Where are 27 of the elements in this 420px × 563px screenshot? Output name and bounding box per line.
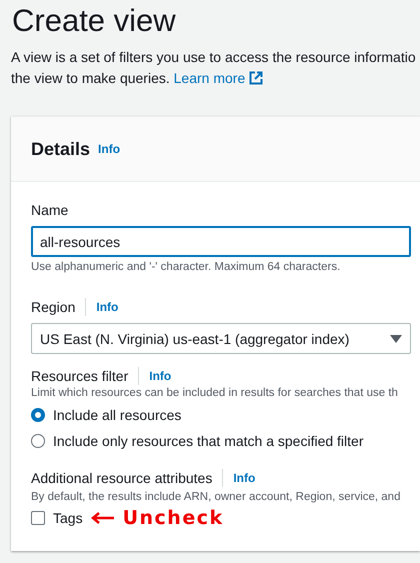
field-description: By default, the results include ARN, owner account, Region, service, and [31,491,400,503]
radio-label: Include only resources that match a specified filter [53,433,364,449]
info-link[interactable]: Info [98,142,120,156]
page-description: A view is a set of filters you use to access the resource informatio the view to make queries. Learn more [11,48,417,88]
external-link-icon [249,71,264,85]
page-title: Create view [11,2,177,40]
info-link[interactable]: Info [149,369,172,383]
region-select[interactable]: US East (N. Virginia) us-east-1 (aggregator index) [31,323,411,354]
tags-checkbox[interactable] [31,511,45,525]
radio-button[interactable] [31,408,45,422]
field-label: Region [31,299,76,315]
dropdown-caret-icon [390,334,402,342]
annotation-text: Uncheck [122,507,224,529]
section-title: Details [31,138,90,160]
radio-button[interactable] [31,434,45,448]
field-label: Name [31,202,68,218]
learn-more-link[interactable]: Learn more [174,70,264,86]
checkbox-label: Tags [53,510,83,526]
name-input[interactable]: all-resources [31,226,411,257]
radio-label: Include all resources [53,407,182,423]
field-description: Limit which resources can be included in results for searches that use th [31,387,399,399]
info-link[interactable]: Info [96,300,118,314]
arrow-icon [90,511,115,525]
field-hint: Use alphanumeric and '-' character. Maximum 64 characters. [31,261,342,273]
field-label: Resources filter [31,368,128,384]
info-link[interactable]: Info [233,471,256,485]
field-label: Additional resource attributes [31,470,212,486]
